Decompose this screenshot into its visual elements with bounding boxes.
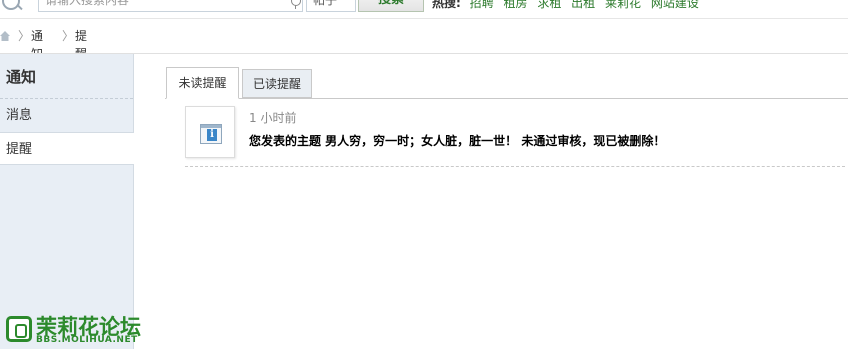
sidebar-item-messages[interactable]: 消息	[0, 99, 133, 132]
breadcrumb-separator: 〉	[62, 29, 75, 43]
notification-item: 1 小时前 您发表的主题 男人穷，穷一时；女人脏，脏一世！ 未通过审核，现已被删…	[185, 106, 845, 166]
logo-url: BBS.MOLIHUA.NET	[36, 335, 138, 345]
search-type-select[interactable]: 帖子	[306, 0, 356, 12]
top-search-bar: 请输入搜索内容 帖子 搜索 热搜: 招聘 租房 求租 出租 莱莉花 网站建设	[0, 0, 848, 19]
hot-link[interactable]: 出租	[571, 0, 595, 10]
tab-read-reminders[interactable]: 已读提醒	[242, 69, 312, 98]
home-icon[interactable]	[0, 31, 10, 41]
hot-link[interactable]: 求租	[537, 0, 561, 10]
hot-link[interactable]: 招聘	[470, 0, 494, 10]
tab-unread-reminders[interactable]: 未读提醒	[166, 67, 239, 99]
site-logo[interactable]: 茉莉花论坛 BBS.MOLIHUA.NET	[4, 314, 169, 348]
sidebar-title: 通知	[6, 68, 37, 86]
tabs-baseline	[165, 98, 848, 99]
hot-link[interactable]: 网站建设	[651, 0, 699, 10]
search-button[interactable]: 搜索	[358, 0, 424, 12]
hot-link[interactable]: 租房	[503, 0, 527, 10]
sidebar-item-reminders[interactable]: 提醒	[0, 132, 134, 165]
notification-text: 您发表的主题 男人穷，穷一时；女人脏，脏一世！ 未通过审核，现已被删除！	[249, 134, 666, 148]
hot-search-label: 热搜:	[432, 0, 461, 10]
hot-link[interactable]: 莱莉花	[605, 0, 641, 10]
logo-mark-icon	[6, 316, 32, 342]
notification-time: 1 小时前	[249, 111, 297, 125]
sidebar: 通知 消息 提醒	[0, 54, 134, 349]
search-icon	[2, 0, 20, 10]
notification-divider	[185, 166, 845, 167]
search-input[interactable]: 请输入搜索内容	[38, 0, 303, 12]
info-window-icon	[200, 124, 222, 144]
hot-search-links: 热搜: 招聘 租房 求租 出租 莱莉花 网站建设	[432, 0, 702, 11]
breadcrumb-separator: 〉	[18, 29, 31, 43]
notification-icon-box	[185, 106, 235, 158]
